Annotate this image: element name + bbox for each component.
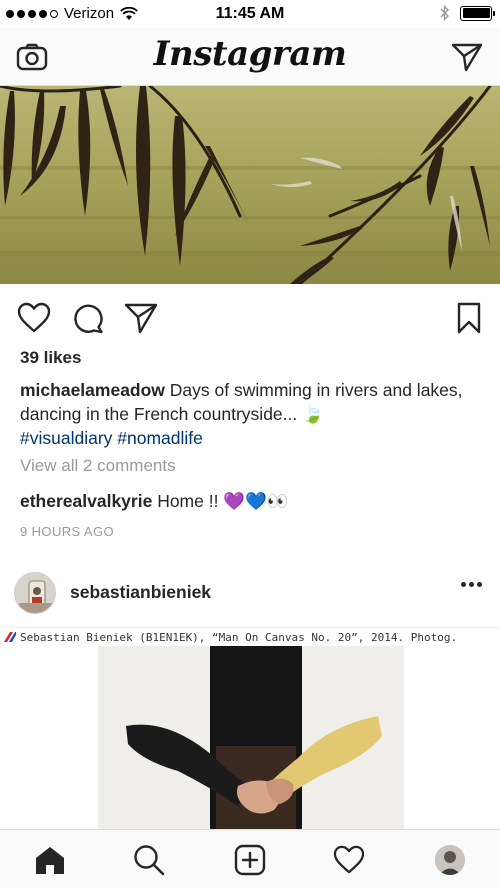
search-icon[interactable]	[131, 842, 167, 878]
battery-level	[462, 8, 490, 18]
post-header: sebastianbieniek	[0, 568, 500, 618]
activity-heart-icon[interactable]	[331, 842, 367, 878]
bluetooth-icon	[440, 4, 449, 22]
avatar	[435, 845, 465, 875]
avatar[interactable]	[14, 572, 56, 614]
post-photo-man-on-canvas[interactable]: Sebastian Bieniek (B1EN1EK), “Man On Can…	[0, 627, 500, 829]
status-bar: Verizon 11:45 AM	[0, 0, 500, 28]
top-nav-bar: Instagram	[0, 28, 500, 86]
profile-avatar[interactable]	[432, 842, 468, 878]
caption-hashtags[interactable]: #visualdiary #nomadlife	[20, 428, 203, 448]
status-time: 11:45 AM	[215, 5, 285, 22]
credit-mark-icon	[4, 632, 16, 642]
photo-credit-text: Sebastian Bieniek (B1EN1EK), “Man On Can…	[20, 630, 458, 644]
instagram-logo: Instagram	[153, 34, 347, 74]
view-all-comments-link[interactable]: View all 2 comments	[20, 456, 176, 476]
comment-icon[interactable]	[70, 300, 106, 336]
bookmark-icon[interactable]	[451, 300, 487, 336]
heart-icon[interactable]	[16, 300, 52, 336]
comment-username[interactable]: etherealvalkyrie	[20, 491, 152, 511]
post-photo-grass-leaves[interactable]	[0, 86, 500, 284]
post-timestamp: 9 HOURS AGO	[20, 524, 114, 539]
post-action-bar	[0, 296, 500, 340]
post-caption: michaelameadow Days of swimming in river…	[20, 378, 485, 450]
caption-username[interactable]: michaelameadow	[20, 380, 165, 400]
comment-item: etherealvalkyrie Home !! 💜💙👀	[20, 491, 289, 512]
direct-message-icon[interactable]	[450, 40, 484, 74]
bottom-tab-bar	[0, 829, 500, 889]
post-username[interactable]: sebastianbieniek	[70, 582, 211, 603]
new-post-icon[interactable]	[232, 842, 268, 878]
home-icon[interactable]	[32, 842, 68, 878]
more-options-icon[interactable]	[461, 582, 482, 587]
status-right	[440, 4, 495, 22]
battery-icon	[460, 5, 495, 21]
share-icon[interactable]	[123, 300, 159, 336]
like-count[interactable]: 39 likes	[20, 348, 81, 368]
artwork-photo	[98, 646, 404, 829]
comment-text: Home !! 💜💙👀	[152, 491, 289, 511]
photo-credit: Sebastian Bieniek (B1EN1EK), “Man On Can…	[4, 630, 500, 644]
